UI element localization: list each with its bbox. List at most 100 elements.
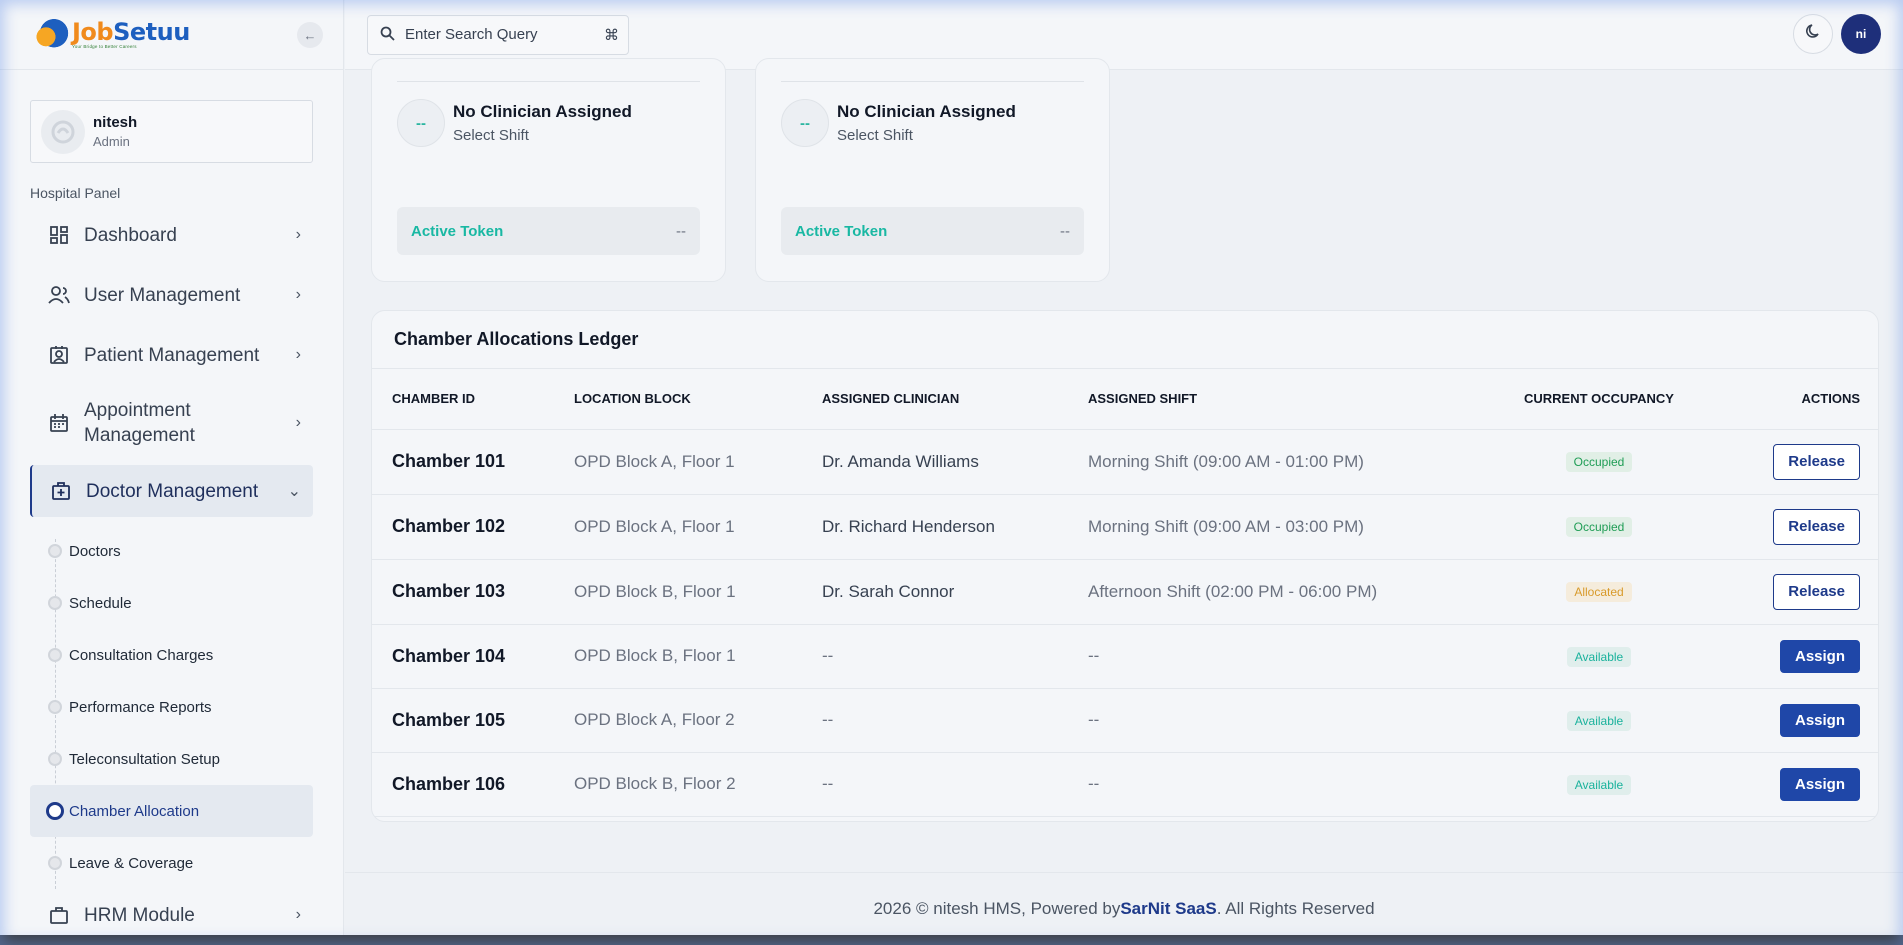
- table-row: Chamber 106 OPD Block B, Floor 2 -- -- A…: [372, 752, 1878, 817]
- submenu-item-consultation-charges[interactable]: Consultation Charges: [30, 629, 313, 681]
- submenu-item-leave-coverage[interactable]: Leave & Coverage: [30, 837, 313, 889]
- sidebar-item-label: User Management: [84, 284, 241, 306]
- table-row: Chamber 103 OPD Block B, Floor 1 Dr. Sar…: [372, 559, 1878, 625]
- column-header: ASSIGNED CLINICIAN: [802, 369, 1068, 430]
- bullet-icon: [48, 648, 62, 662]
- profile-avatar-button[interactable]: ni: [1841, 14, 1881, 54]
- location-block: OPD Block B, Floor 2: [554, 752, 802, 817]
- sidebar-item-appointment-management[interactable]: Appointment Management ›: [30, 389, 313, 457]
- status-badge: Available: [1566, 710, 1632, 731]
- assign-button[interactable]: Assign: [1779, 639, 1860, 673]
- logo-mark-icon: [30, 16, 70, 53]
- briefcase-icon: [48, 904, 70, 926]
- submenu-label: Schedule: [69, 594, 132, 612]
- chamber-id: Chamber 102: [372, 494, 554, 560]
- calendar-icon: [48, 412, 70, 434]
- submenu-label: Performance Reports: [69, 698, 212, 716]
- column-header: LOCATION BLOCK: [554, 369, 802, 430]
- user-card[interactable]: nitesh Admin: [30, 100, 313, 163]
- brand-bar: JobSetuu Your Bridge to Better Careers ←: [0, 0, 343, 70]
- location-block: OPD Block A, Floor 1: [554, 429, 802, 495]
- chamber-card: -- No Clinician Assigned Select Shift Ac…: [371, 58, 726, 282]
- chamber-id: Chamber 103: [372, 559, 554, 625]
- user-name: nitesh: [93, 114, 138, 131]
- submenu-item-chamber-allocation[interactable]: Chamber Allocation: [30, 785, 313, 837]
- chevron-right-icon: ›: [295, 226, 301, 243]
- submenu-item-schedule[interactable]: Schedule: [30, 577, 313, 629]
- footer-brand-link[interactable]: SarNit SaaS: [1120, 899, 1216, 919]
- table-row: Chamber 102 OPD Block A, Floor 1 Dr. Ric…: [372, 494, 1878, 560]
- user-avatar-icon: [41, 109, 85, 154]
- table-row: Chamber 105 OPD Block A, Floor 2 -- -- A…: [372, 688, 1878, 753]
- table-row: Chamber 101 OPD Block A, Floor 1 Dr. Ama…: [372, 429, 1878, 495]
- column-header: ACTIONS: [1710, 369, 1878, 430]
- bullet-icon: [48, 752, 62, 766]
- chevron-right-icon: ›: [295, 286, 301, 303]
- assigned-clinician: Dr. Sarah Connor: [802, 559, 1068, 625]
- theme-toggle-button[interactable]: [1793, 14, 1833, 54]
- chamber-card: -- No Clinician Assigned Select Shift Ac…: [755, 58, 1110, 282]
- logo-word-1: Job: [72, 17, 114, 46]
- command-key-icon: ⌘: [604, 26, 619, 44]
- submenu-item-performance-reports[interactable]: Performance Reports: [30, 681, 313, 733]
- release-button[interactable]: Release: [1773, 508, 1860, 545]
- submenu-label: Consultation Charges: [69, 646, 214, 664]
- sidebar-item-dashboard[interactable]: Dashboard ›: [30, 209, 313, 261]
- sidebar-item-patient-management[interactable]: Patient Management ›: [30, 329, 313, 381]
- moon-icon: [1805, 23, 1822, 45]
- bullet-icon: [48, 596, 62, 610]
- assigned-clinician: --: [802, 624, 1068, 689]
- location-block: OPD Block B, Floor 1: [554, 559, 802, 625]
- release-button[interactable]: Release: [1773, 443, 1860, 480]
- submenu-item-doctors[interactable]: Doctors: [30, 525, 313, 577]
- logo-tagline: Your Bridge to Better Careers: [72, 43, 137, 49]
- column-header: ASSIGNED SHIFT: [1068, 369, 1488, 430]
- status-badge: Occupied: [1565, 517, 1633, 537]
- search-icon: [380, 26, 395, 44]
- status-badge: Occupied: [1565, 452, 1633, 472]
- bullet-icon: [48, 856, 62, 870]
- submenu-item-teleconsultation-setup[interactable]: Teleconsultation Setup: [30, 733, 313, 785]
- clinician-name: No Clinician Assigned: [453, 102, 632, 121]
- location-block: OPD Block B, Floor 1: [554, 624, 802, 689]
- assigned-shift: --: [1068, 752, 1488, 817]
- ledger-table: CHAMBER ID LOCATION BLOCK ASSIGNED CLINI…: [372, 369, 1878, 817]
- clinician-name: No Clinician Assigned: [837, 102, 1016, 121]
- sidebar-item-hrm-module[interactable]: HRM Module ›: [30, 889, 313, 941]
- assign-button[interactable]: Assign: [1779, 767, 1860, 801]
- submenu-label: Teleconsultation Setup: [69, 750, 220, 768]
- submenu-label: Chamber Allocation: [69, 802, 200, 820]
- bullet-icon: [48, 544, 62, 558]
- release-button[interactable]: Release: [1773, 573, 1860, 610]
- card-divider: [397, 81, 700, 82]
- chamber-ledger: Chamber Allocations Ledger CHAMBER ID LO…: [371, 310, 1879, 822]
- arrow-left-icon: ←: [303, 27, 317, 43]
- active-token-bar: Active Token --: [781, 207, 1084, 255]
- active-token-value: --: [676, 222, 686, 240]
- chamber-id: Chamber 105: [372, 688, 554, 753]
- chevron-down-icon: ⌄: [287, 483, 301, 500]
- chamber-id: Chamber 106: [372, 752, 554, 817]
- search-box[interactable]: ⌘: [367, 14, 629, 55]
- logo[interactable]: JobSetuu Your Bridge to Better Careers: [30, 16, 190, 53]
- search-input[interactable]: [405, 26, 604, 43]
- sidebar-item-label: Patient Management: [84, 344, 260, 366]
- status-badge: Available: [1566, 646, 1632, 667]
- sidebar-nav: Dashboard › User Management › Patient Ma…: [0, 209, 343, 941]
- patient-icon: [48, 344, 70, 366]
- collapse-sidebar-button[interactable]: ←: [297, 22, 323, 48]
- assigned-shift: --: [1068, 688, 1488, 753]
- sidebar-item-doctor-management[interactable]: Doctor Management ⌄: [30, 465, 313, 517]
- clinician-shift: Select Shift: [837, 127, 913, 144]
- logo-word-2: Setuu: [113, 17, 190, 46]
- active-token-value: --: [1060, 222, 1070, 240]
- assigned-clinician: --: [802, 752, 1068, 817]
- sidebar-item-label: HRM Module: [84, 904, 195, 926]
- sidebar-item-label: Doctor Management: [86, 480, 259, 502]
- clinician-avatar: --: [397, 99, 445, 147]
- assign-button[interactable]: Assign: [1779, 703, 1860, 737]
- chamber-id: Chamber 101: [372, 429, 554, 495]
- assigned-shift: --: [1068, 624, 1488, 689]
- sidebar-item-user-management[interactable]: User Management ›: [30, 269, 313, 321]
- location-block: OPD Block A, Floor 2: [554, 688, 802, 753]
